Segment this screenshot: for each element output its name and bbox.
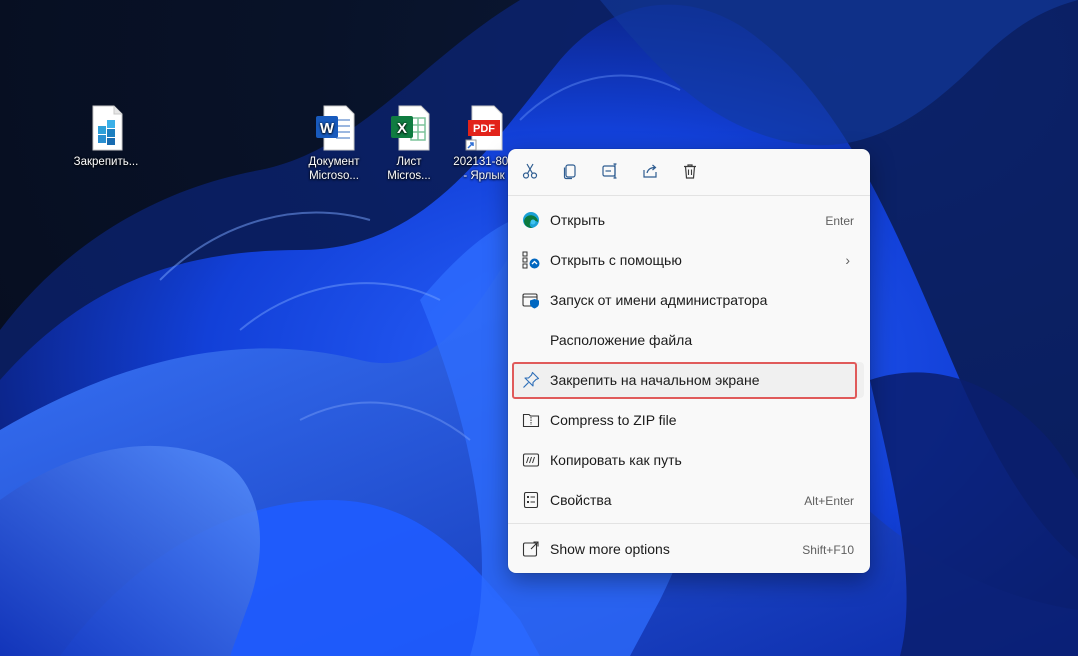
zip-folder-icon — [522, 411, 540, 429]
copy-path-icon — [522, 451, 540, 469]
svg-text:X: X — [397, 120, 407, 137]
registry-cube-icon — [84, 104, 128, 152]
chevron-right-icon: › — [845, 252, 850, 268]
menu-item-label: Show more options — [550, 541, 670, 557]
menu-item-label: Запуск от имени администратора — [550, 292, 768, 308]
cut-button[interactable] — [512, 157, 548, 189]
rename-icon — [601, 162, 619, 185]
menu-item-label: Свойства — [550, 492, 612, 508]
menu-item-label: Закрепить на начальном экране — [550, 372, 760, 388]
menu-item-pin-to-start[interactable]: Закрепить на начальном экране — [514, 362, 864, 398]
desktop-icon-label: Лист Micros... — [387, 156, 431, 182]
delete-button[interactable] — [672, 157, 708, 189]
menu-item-properties[interactable]: Свойства Alt+Enter — [514, 482, 864, 518]
word-document-icon: W — [312, 104, 356, 152]
pdf-badge-text: PDF — [473, 123, 495, 135]
pdf-shortcut-icon: PDF — [462, 104, 506, 152]
menu-item-run-as-admin[interactable]: Запуск от имени администратора — [514, 282, 864, 318]
open-with-icon — [522, 251, 540, 269]
properties-icon — [522, 491, 540, 509]
menu-item-open-with[interactable]: Открыть с помощью › — [514, 242, 864, 278]
menu-item-shortcut: Enter — [825, 214, 854, 228]
excel-sheet-icon: X — [387, 104, 431, 152]
svg-text:W: W — [320, 120, 335, 137]
share-button[interactable] — [632, 157, 668, 189]
scissors-icon — [521, 162, 539, 185]
admin-shield-icon — [522, 291, 540, 309]
context-menu-toolbar — [508, 149, 870, 195]
menu-item-compress-zip[interactable]: Compress to ZIP file — [514, 402, 864, 438]
menu-divider — [508, 523, 870, 524]
menu-item-open[interactable]: Открыть Enter — [514, 202, 864, 238]
desktop-icon-registry-file[interactable]: Закрепить... — [66, 104, 146, 169]
menu-item-shortcut: Alt+Enter — [804, 494, 854, 508]
menu-item-label: Расположение файла — [550, 332, 693, 348]
desktop-icon-label: Закрепить... — [73, 156, 139, 168]
copy-icon — [561, 162, 579, 185]
trash-icon — [681, 162, 699, 185]
share-icon — [641, 162, 659, 185]
desktop-icon-label: Документ Microso... — [308, 156, 360, 182]
desktop-icon-excel-sheet[interactable]: X Лист Micros... — [369, 104, 449, 183]
menu-item-label: Открыть — [550, 212, 605, 228]
menu-item-shortcut: Shift+F10 — [802, 543, 854, 557]
more-options-icon — [522, 540, 540, 558]
menu-item-show-more-options[interactable]: Show more options Shift+F10 — [514, 531, 864, 567]
edge-icon — [522, 211, 540, 229]
copy-button[interactable] — [552, 157, 588, 189]
rename-button[interactable] — [592, 157, 628, 189]
menu-item-copy-as-path[interactable]: Копировать как путь — [514, 442, 864, 478]
menu-item-label: Копировать как путь — [550, 452, 682, 468]
menu-item-file-location[interactable]: Расположение файла — [514, 322, 864, 358]
menu-divider — [508, 195, 870, 196]
desktop-icon-word-document[interactable]: W Документ Microso... — [294, 104, 374, 183]
context-menu: Открыть Enter Открыть с помощью › Запуск… — [508, 149, 870, 573]
menu-item-label: Открыть с помощью — [550, 252, 682, 268]
pin-icon — [522, 371, 540, 389]
menu-item-label: Compress to ZIP file — [550, 412, 677, 428]
